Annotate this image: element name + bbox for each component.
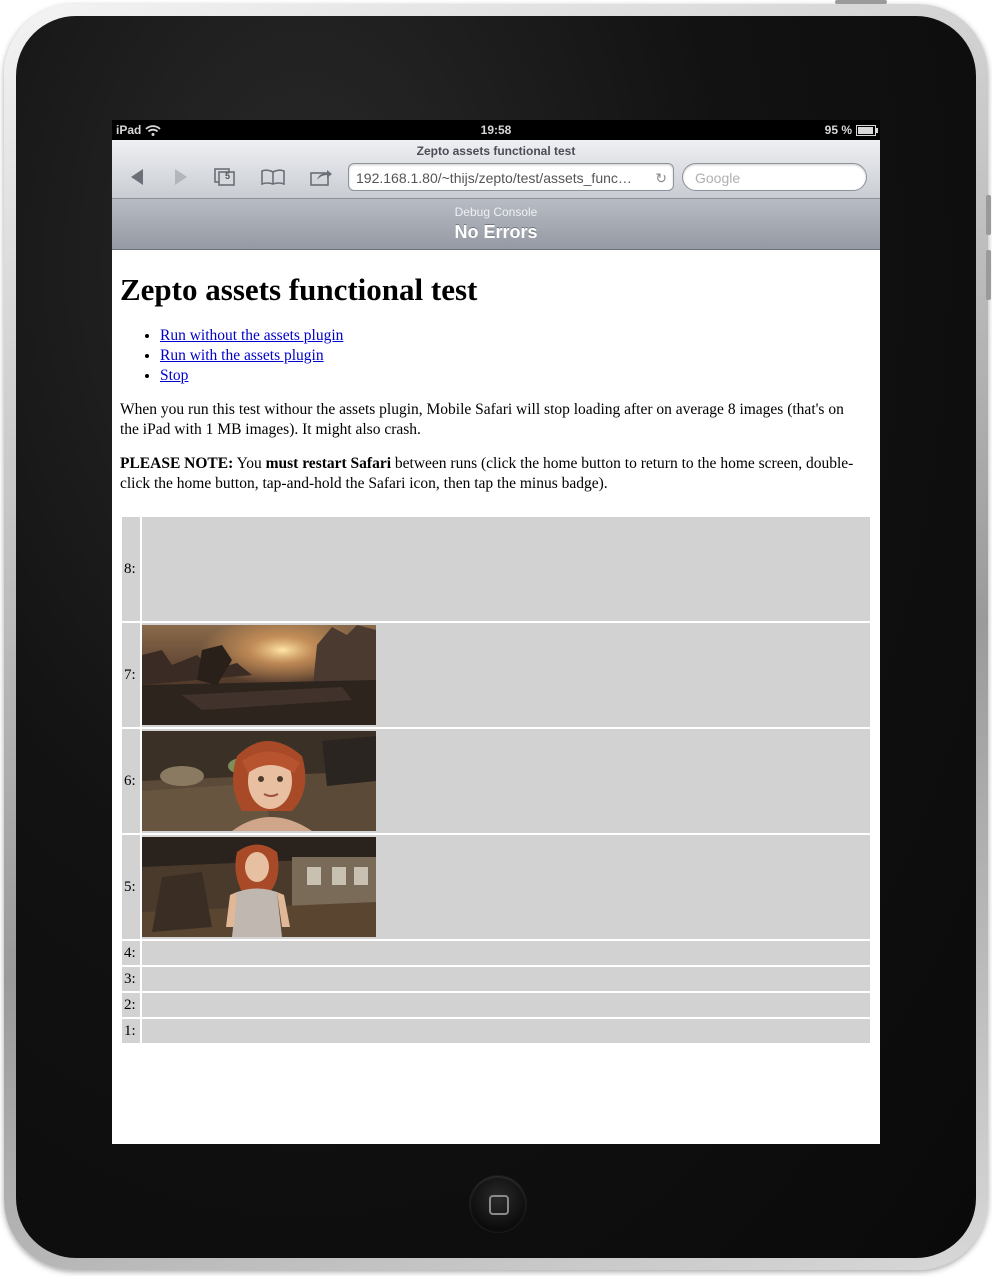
search-field[interactable]: Google: [682, 163, 867, 191]
row-label: 7:: [122, 623, 140, 727]
back-arrow-icon: [131, 169, 143, 185]
debug-console-status: No Errors: [454, 222, 538, 242]
run-without-plugin-link[interactable]: Run without the assets plugin: [160, 327, 343, 344]
back-button[interactable]: [122, 166, 152, 188]
battery-percent: 95 %: [824, 123, 852, 137]
row-image-cell: [142, 835, 870, 939]
debug-console-bar[interactable]: Debug Console No Errors: [112, 199, 880, 250]
battery-icon: [856, 124, 878, 136]
pages-button[interactable]: 5: [210, 166, 240, 188]
sleep-button: [835, 0, 887, 4]
list-item: Stop: [160, 366, 880, 386]
note-label: PLEASE NOTE:: [120, 455, 234, 472]
note-paragraph: PLEASE NOTE: You must restart Safari bet…: [120, 454, 866, 494]
battery-group: 95 %: [824, 123, 878, 137]
table-row: 6:: [122, 729, 870, 833]
page-heading: Zepto assets functional test: [120, 272, 478, 307]
row-label: 5:: [122, 835, 140, 939]
debug-console-label: Debug Console: [454, 205, 538, 219]
girl-closeup-image: [142, 731, 376, 831]
reload-icon[interactable]: ↻: [655, 164, 667, 190]
note-emphasis: must restart Safari: [265, 455, 392, 472]
description-paragraph: When you run this test withour the asset…: [120, 401, 844, 438]
row-image-cell: [142, 967, 870, 991]
note-you: You: [236, 455, 262, 472]
list-item: Run without the assets plugin: [160, 326, 880, 346]
links-list: Run without the assets plugin Run with t…: [112, 326, 880, 386]
volume-button: [986, 195, 991, 235]
web-content: Zepto assets functional test Run without…: [112, 250, 880, 1043]
row-label: 3:: [122, 967, 140, 991]
table-row: 3:: [122, 967, 870, 991]
girl-town-image: [142, 837, 376, 937]
row-label: 4:: [122, 941, 140, 965]
run-with-plugin-link[interactable]: Run with the assets plugin: [160, 347, 324, 364]
forward-button[interactable]: [166, 166, 196, 188]
table-row: 1:: [122, 1019, 870, 1043]
home-button-icon: [489, 1195, 509, 1215]
side-switch: [986, 250, 991, 300]
row-image-cell: [142, 729, 870, 833]
list-item: Run with the assets plugin: [160, 346, 880, 366]
url-field[interactable]: 192.168.1.80/~thijs/zepto/test/assets_fu…: [348, 163, 674, 191]
image-table: 8: 7: 6: 5: 4: 3: 2: 1:: [120, 515, 872, 1045]
row-image-cell: [142, 1019, 870, 1043]
table-row: 8:: [122, 517, 870, 621]
row-image-cell: [142, 941, 870, 965]
status-bar: iPad 19:58 95 %: [112, 120, 880, 140]
stop-link[interactable]: Stop: [160, 367, 188, 384]
screen: iPad 19:58 95 % Zepto assets functional …: [112, 120, 880, 1144]
home-button[interactable]: [470, 1176, 526, 1232]
row-label: 2:: [122, 993, 140, 1017]
row-label: 1:: [122, 1019, 140, 1043]
table-row: 4:: [122, 941, 870, 965]
row-image-cell: [142, 517, 870, 621]
status-time: 19:58: [480, 123, 512, 137]
row-label: 8:: [122, 517, 140, 621]
table-row: 7:: [122, 623, 870, 727]
row-image-cell: [142, 623, 870, 727]
table-row: 5:: [122, 835, 870, 939]
bookmarks-button[interactable]: [258, 166, 288, 188]
url-text: 192.168.1.80/~thijs/zepto/test/assets_fu…: [356, 170, 632, 186]
browser-toolbar: Zepto assets functional test 5 192.168.1…: [112, 140, 880, 199]
share-button[interactable]: [306, 166, 336, 188]
row-image-cell: [142, 993, 870, 1017]
ruined-city-image: [142, 625, 376, 725]
pages-count: 5: [225, 171, 231, 181]
row-label: 6:: [122, 729, 140, 833]
forward-arrow-icon: [175, 169, 187, 185]
share-icon: [310, 170, 332, 186]
bookmarks-icon: [261, 169, 285, 186]
browser-page-title: Zepto assets functional test: [416, 144, 576, 158]
table-row: 2:: [122, 993, 870, 1017]
